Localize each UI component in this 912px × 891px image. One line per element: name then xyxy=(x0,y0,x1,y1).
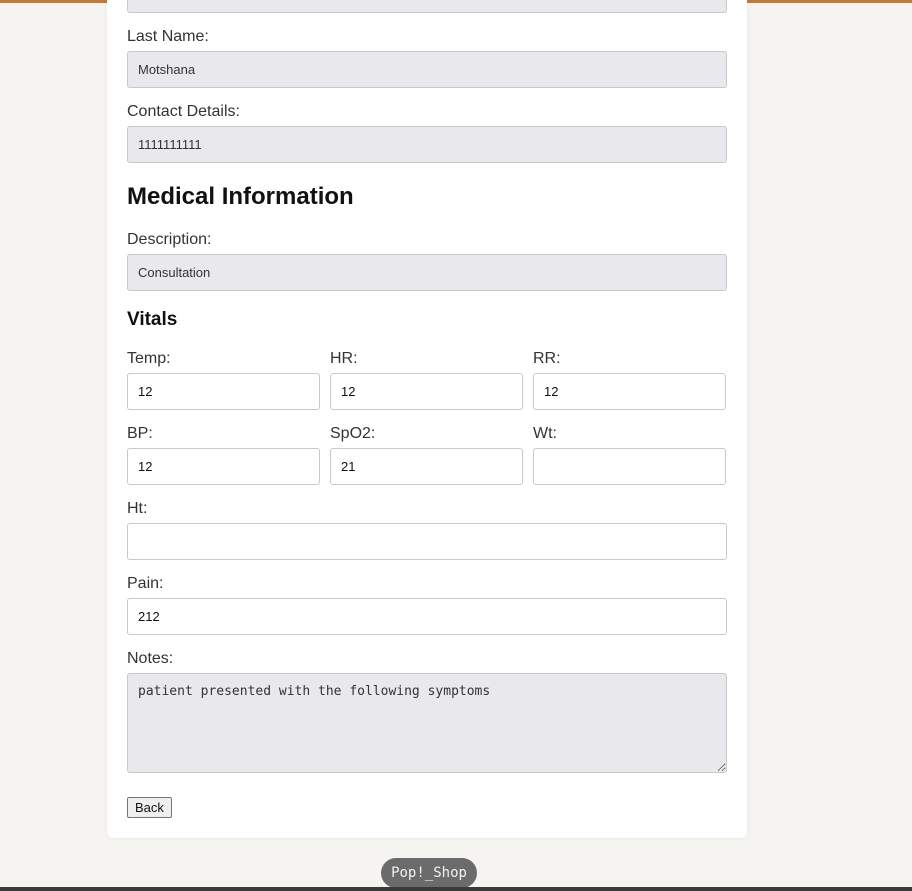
contact-details-field[interactable] xyxy=(127,126,727,163)
last-name-field[interactable] xyxy=(127,51,727,88)
bp-label: BP: xyxy=(127,425,153,442)
taskbar-edge xyxy=(0,887,912,891)
wt-field[interactable] xyxy=(533,448,726,485)
medical-information-heading: Medical Information xyxy=(127,183,354,210)
first-name-field[interactable] xyxy=(127,0,727,13)
vitals-heading: Vitals xyxy=(127,309,178,330)
bp-field[interactable] xyxy=(127,448,320,485)
spo2-field[interactable] xyxy=(330,448,523,485)
rr-label: RR: xyxy=(533,350,561,367)
notes-label: Notes: xyxy=(127,650,174,667)
rr-field[interactable] xyxy=(533,373,726,410)
hr-field[interactable] xyxy=(330,373,523,410)
description-field[interactable] xyxy=(127,254,727,291)
notes-textarea[interactable]: patient presented with the following sym… xyxy=(127,673,727,773)
spo2-label: SpO2: xyxy=(330,425,376,442)
temp-label: Temp: xyxy=(127,350,171,367)
temp-field[interactable] xyxy=(127,373,320,410)
ht-field[interactable] xyxy=(127,523,727,560)
ht-label: Ht: xyxy=(127,500,148,517)
back-button[interactable]: Back xyxy=(127,797,172,818)
contact-details-label: Contact Details: xyxy=(127,103,240,120)
description-label: Description: xyxy=(127,231,212,248)
pain-label: Pain: xyxy=(127,575,164,592)
hr-label: HR: xyxy=(330,350,358,367)
pain-field[interactable] xyxy=(127,598,727,635)
last-name-label: Last Name: xyxy=(127,28,209,45)
wt-label: Wt: xyxy=(533,425,557,442)
pop-shop-badge[interactable]: Pop!_Shop xyxy=(381,858,477,888)
